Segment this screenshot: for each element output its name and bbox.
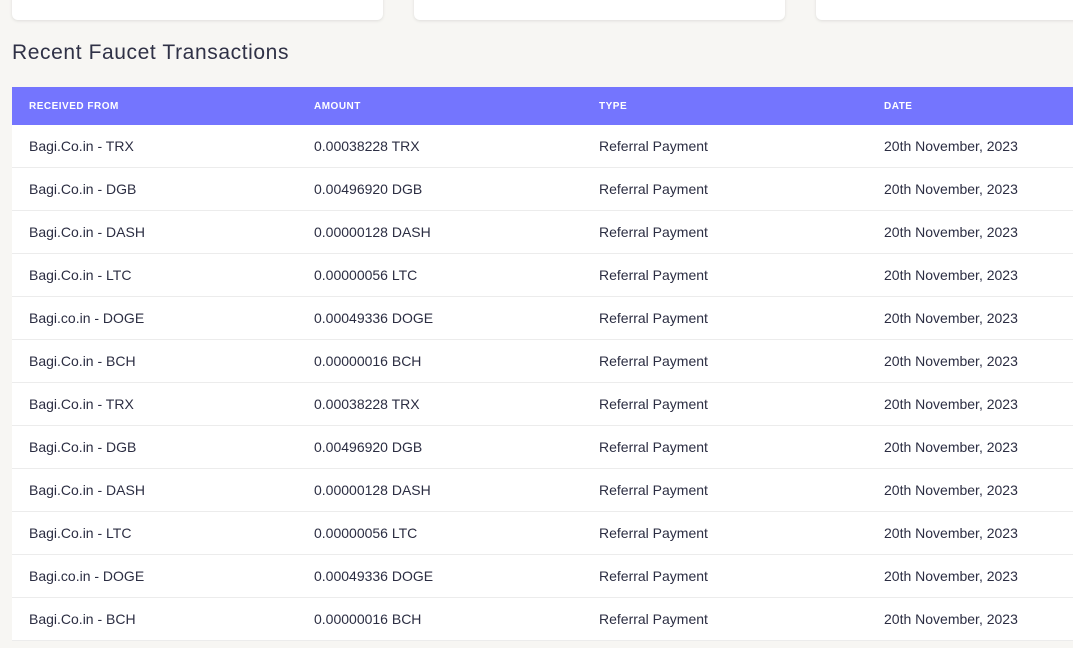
cell-type: Referral Payment (582, 468, 867, 512)
cell-type: Referral Payment (582, 296, 867, 340)
cell-type: Referral Payment (582, 425, 867, 469)
cell-received-from: Bagi.Co.in - TRX (12, 382, 297, 426)
cell-received-from: Bagi.co.in - DOGE (12, 554, 297, 598)
cell-amount: 0.00000128 DASH (297, 468, 582, 512)
cell-amount: 0.00049336 DOGE (297, 554, 582, 598)
cell-type: Referral Payment (582, 167, 867, 211)
cell-received-from: Bagi.Co.in - DASH (12, 468, 297, 512)
table-row: Bagi.Co.in - TRX 0.00038228 TRX Referral P… (12, 382, 1073, 426)
cell-date: 20th November, 2023 (867, 210, 1073, 254)
table-row: Bagi.Co.in - BCH 0.00000016 BCH Referral P… (12, 339, 1073, 383)
cell-date: 20th November, 2023 (867, 339, 1073, 383)
table-row: Bagi.Co.in - BCH 0.00000016 BCH Referral P… (12, 597, 1073, 641)
cell-date: 20th November, 2023 (867, 125, 1073, 168)
cell-amount: 0.00496920 DGB (297, 167, 582, 211)
transactions-table-container: RECEIVED FROM AMOUNT TYPE DATE Bagi.Co.i… (12, 87, 1073, 641)
cell-received-from: Bagi.Co.in - DGB (12, 425, 297, 469)
column-header-type: TYPE (599, 100, 628, 112)
table-row: Bagi.Co.in - DGB 0.00496920 DGB Referral P… (12, 425, 1073, 469)
table-row: Bagi.Co.in - DASH 0.00000128 DASH Referral… (12, 210, 1073, 254)
cell-date: 20th November, 2023 (867, 296, 1073, 340)
cell-received-from: Bagi.co.in - DOGE (12, 296, 297, 340)
cell-date: 20th November, 2023 (867, 554, 1073, 598)
cell-amount: 0.00000056 LTC (297, 511, 582, 555)
stat-card (414, 0, 785, 20)
cell-amount: 0.00000056 LTC (297, 253, 582, 297)
cell-type: Referral Payment (582, 597, 867, 641)
top-cards-row (0, 0, 1073, 22)
stat-card (12, 0, 383, 20)
table-row: Bagi.Co.in - LTC 0.00000056 LTC Referral P… (12, 253, 1073, 297)
cell-date: 20th November, 2023 (867, 253, 1073, 297)
cell-type: Referral Payment (582, 511, 867, 555)
cell-received-from: Bagi.Co.in - BCH (12, 597, 297, 641)
stat-card (816, 0, 1073, 20)
cell-type: Referral Payment (582, 210, 867, 254)
cell-amount: 0.00049336 DOGE (297, 296, 582, 340)
cell-type: Referral Payment (582, 382, 867, 426)
table-row: Bagi.Co.in - DGB 0.00496920 DGB Referral P… (12, 167, 1073, 211)
cell-date: 20th November, 2023 (867, 382, 1073, 426)
column-header-received-from: RECEIVED FROM (29, 100, 119, 112)
cell-type: Referral Payment (582, 339, 867, 383)
cell-amount: 0.00038228 TRX (297, 382, 582, 426)
column-header-date: DATE (884, 100, 913, 112)
table-row: Bagi.Co.in - LTC 0.00000056 LTC Referral P… (12, 511, 1073, 555)
transactions-table: RECEIVED FROM AMOUNT TYPE DATE Bagi.Co.i… (12, 87, 1073, 641)
table-header-row: RECEIVED FROM AMOUNT TYPE DATE (12, 87, 1073, 125)
cell-amount: 0.00000016 BCH (297, 339, 582, 383)
cell-date: 20th November, 2023 (867, 167, 1073, 211)
cell-amount: 0.00000016 BCH (297, 597, 582, 641)
cell-date: 20th November, 2023 (867, 468, 1073, 512)
section-title: Recent Faucet Transactions (12, 41, 290, 64)
cell-amount: 0.00038228 TRX (297, 125, 582, 168)
cell-type: Referral Payment (582, 253, 867, 297)
cell-received-from: Bagi.Co.in - BCH (12, 339, 297, 383)
cell-type: Referral Payment (582, 554, 867, 598)
cell-received-from: Bagi.Co.in - LTC (12, 253, 297, 297)
table-row: Bagi.co.in - DOGE 0.00049336 DOGE Referral… (12, 554, 1073, 598)
table-body: Bagi.Co.in - TRX 0.00038228 TRX Referral P… (12, 125, 1073, 641)
table-row: Bagi.Co.in - TRX 0.00038228 TRX Referral P… (12, 125, 1073, 168)
cell-date: 20th November, 2023 (867, 511, 1073, 555)
cell-received-from: Bagi.Co.in - DASH (12, 210, 297, 254)
cell-received-from: Bagi.Co.in - LTC (12, 511, 297, 555)
cell-amount: 0.00496920 DGB (297, 425, 582, 469)
cell-date: 20th November, 2023 (867, 425, 1073, 469)
table-row: Bagi.Co.in - DASH 0.00000128 DASH Referral… (12, 468, 1073, 512)
column-header-amount: AMOUNT (314, 100, 361, 112)
cell-amount: 0.00000128 DASH (297, 210, 582, 254)
cell-received-from: Bagi.Co.in - DGB (12, 167, 297, 211)
cell-received-from: Bagi.Co.in - TRX (12, 125, 297, 168)
table-header: RECEIVED FROM AMOUNT TYPE DATE (12, 87, 1073, 125)
cell-date: 20th November, 2023 (867, 597, 1073, 641)
table-row: Bagi.co.in - DOGE 0.00049336 DOGE Referral… (12, 296, 1073, 340)
cell-type: Referral Payment (582, 125, 867, 168)
